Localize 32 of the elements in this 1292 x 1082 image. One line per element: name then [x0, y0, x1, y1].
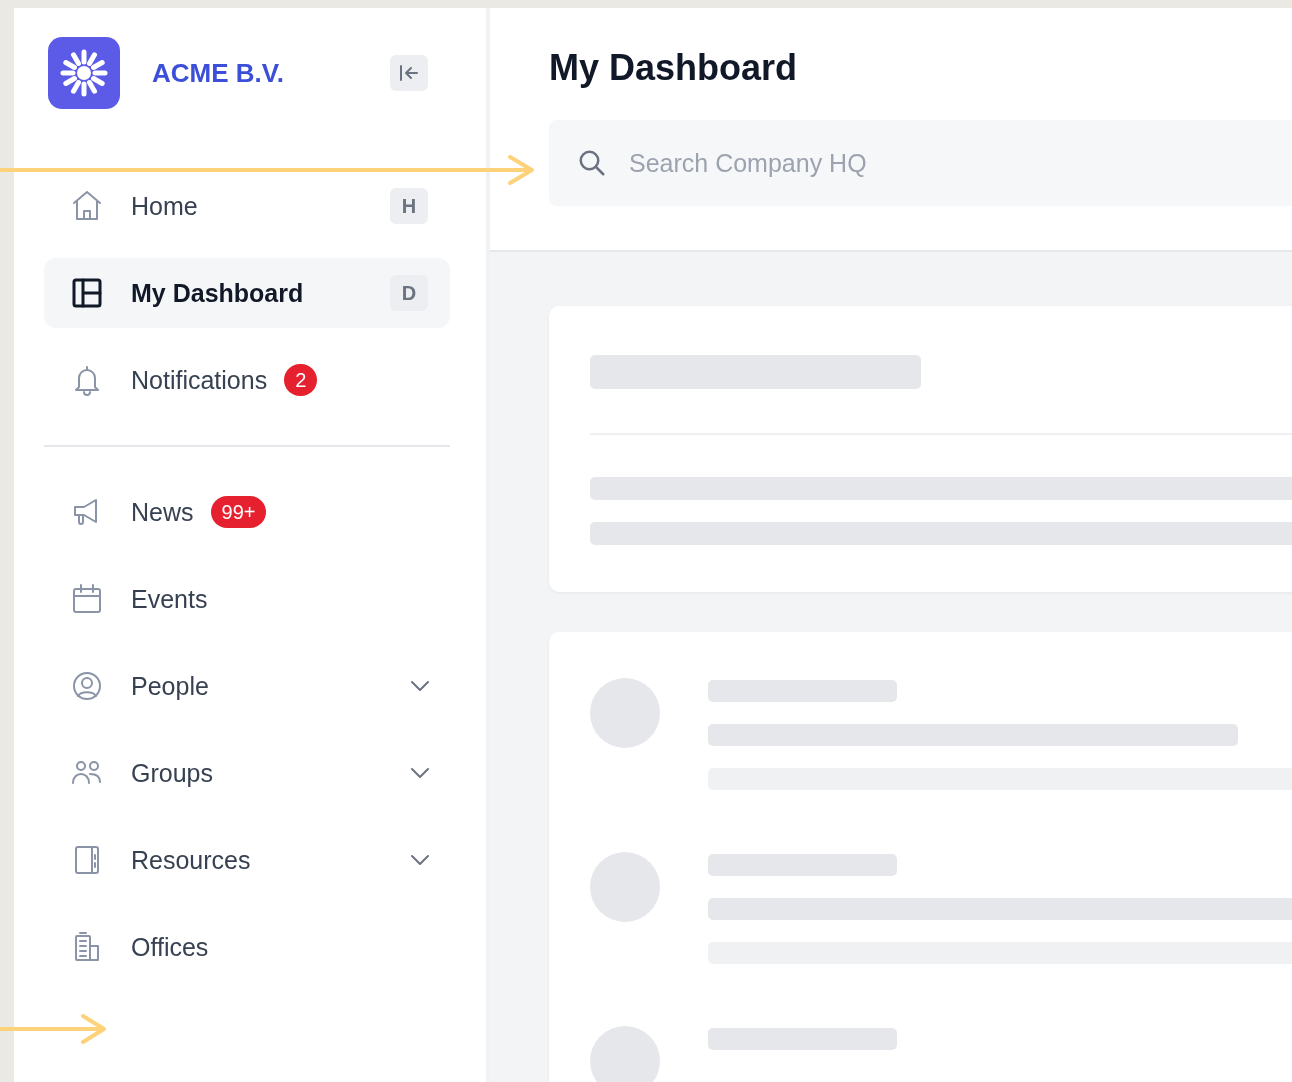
layout-icon: [70, 276, 104, 310]
nav-item[interactable]: Offices: [44, 912, 450, 982]
nav-label: Home: [131, 191, 198, 221]
nav-label: Groups: [131, 758, 213, 788]
collapse-sidebar-button[interactable]: [390, 55, 428, 91]
nav-label: News: [131, 497, 194, 527]
avatar-placeholder: [590, 1026, 660, 1082]
nav-label: Notifications: [131, 365, 268, 395]
search-field[interactable]: Search Company HQ: [549, 120, 1292, 206]
nav-label: People: [131, 671, 209, 701]
nav-item[interactable]: People: [44, 651, 450, 721]
nav-label: My Dashboard: [131, 278, 304, 308]
nav-item[interactable]: Groups: [44, 738, 450, 808]
nav-item[interactable]: Home H: [44, 171, 450, 241]
nav-item[interactable]: Notifications 2: [44, 345, 450, 415]
nav-label: Resources: [131, 845, 251, 875]
logo-icon: [48, 37, 120, 109]
user-circle-icon: [70, 669, 104, 703]
company-name: ACME B.V.: [152, 57, 285, 89]
home-icon: [70, 189, 104, 223]
shortcut-key: H: [390, 188, 428, 224]
nav-item[interactable]: Events: [44, 564, 450, 634]
nav-label: Events: [131, 584, 208, 614]
count-badge: 99+: [210, 496, 267, 528]
nav-item[interactable]: Resources: [44, 825, 450, 895]
shortcut-key: D: [390, 275, 428, 311]
nav-item[interactable]: My Dashboard D: [44, 258, 450, 328]
nav-label: Offices: [131, 932, 209, 962]
nav-item[interactable]: News 99+: [44, 477, 450, 547]
page-title: My Dashboard: [549, 46, 799, 90]
calendar-icon: [70, 582, 104, 616]
count-badge: 2: [284, 364, 318, 396]
